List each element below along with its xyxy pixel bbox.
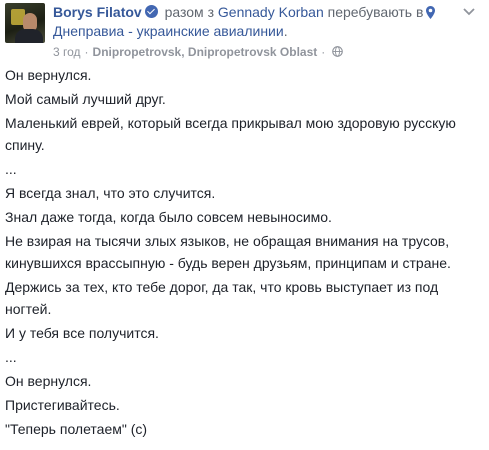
post-line: Я всегда знал, что это случится. — [5, 185, 216, 201]
post-line: Он вернулся. — [5, 67, 92, 83]
location-link[interactable]: Днеправиа - украинские авиалинии — [53, 23, 284, 39]
globe-icon[interactable] — [332, 46, 344, 57]
author-avatar[interactable] — [5, 3, 45, 43]
privacy-separator: · — [321, 45, 326, 59]
tagged-person-link[interactable]: Gennady Korban — [218, 4, 324, 20]
post-line: Не взирая на тысячи злых языков, не обра… — [5, 233, 451, 271]
meta-separator: · — [84, 45, 89, 59]
verified-badge-icon — [144, 5, 158, 18]
post-timestamp[interactable]: 3 год — [53, 45, 81, 59]
location-text: перебувають в — [327, 4, 424, 20]
post-line: Пристегивайтесь. — [5, 397, 120, 413]
author-name-link[interactable]: Borys Filatov — [53, 4, 142, 20]
post-line: ... — [5, 349, 17, 365]
post-line: "Теперь полетаем" (c) — [5, 421, 148, 437]
map-pin-icon — [426, 6, 436, 19]
post-line: Он вернулся. — [5, 373, 92, 389]
post-line: Мой самый лучший друг. — [5, 91, 166, 107]
post-body: Он вернулся. Мой самый лучший друг. Мале… — [5, 64, 485, 442]
post-line: Знал даже тогда, когда было совсем невын… — [5, 209, 332, 225]
post-line: И у тебя все получится. — [5, 325, 159, 341]
post-line: Маленький еврей, который всегда прикрыва… — [5, 115, 456, 153]
post-headline: Borys Filatov разом з Gennady Korban пер… — [53, 3, 483, 41]
chevron-down-icon[interactable] — [463, 8, 475, 16]
post-line: Держись за тех, кто тебе дорог, да так, … — [5, 279, 439, 317]
headline-end: . — [283, 23, 288, 39]
post-line: ... — [5, 161, 17, 177]
post-meta: 3 год · Dnipropetrovsk, Dnipropetrovsk Obl… — [53, 44, 344, 60]
with-text: разом з — [164, 4, 214, 20]
avatar-body — [15, 29, 43, 43]
place-link[interactable]: Dnipropetrovsk, Dnipropetrovsk Oblast — [93, 45, 318, 59]
post-header: Borys Filatov разом з Gennady Korban пер… — [0, 0, 489, 62]
